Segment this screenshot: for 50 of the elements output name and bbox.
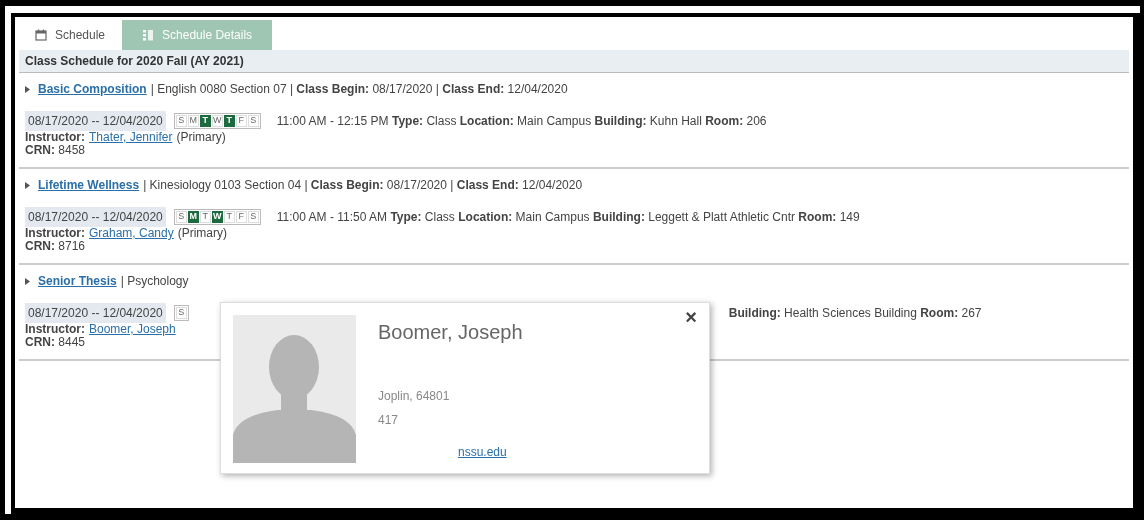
day-indicator: F [235, 115, 247, 127]
person-phone: 417 [378, 412, 400, 429]
expand-arrow-icon[interactable] [25, 181, 30, 189]
list-icon [142, 29, 155, 41]
day-indicator: S [175, 115, 187, 127]
calendar-icon [35, 29, 47, 41]
instructor-link[interactable]: Boomer, Joseph [89, 323, 176, 336]
crn-text: CRN: 8716 [25, 240, 87, 253]
day-indicator: F [235, 211, 247, 223]
day-indicator: T [199, 211, 211, 223]
meeting-details: 11:00 AM - 11:50 AM Type: Class Location: Main Campus Building: Leggett & Platt Athletic Cntr Room: 149 [276, 209, 860, 226]
date-range: 08/17/2020 -- 12/04/2020 [25, 207, 166, 227]
date-range: 08/17/2020 -- 12/04/2020 [25, 111, 166, 131]
day-indicator: T [199, 115, 211, 127]
course-info: | English 0080 Section 07 | Class Begin: 08/17/2020 | Class End: 12/04/2020 [150, 81, 568, 98]
meeting-details: 11:00 AM - 12:15 PM Type: Class Location: Main Campus Building: Kuhn Hall Room: 206 [276, 113, 767, 130]
course-info: | Psychology [120, 273, 189, 290]
crn-text: CRN: 8445 [25, 336, 87, 349]
course-info: | Kinesiology 0103 Section 04 | Class Begin: 08/17/2020 | Class End: 12/04/2020 [143, 177, 583, 194]
day-indicator: W [211, 211, 223, 223]
person-address: Joplin, 64801 [378, 388, 451, 405]
section-header: Class Schedule for 2020 Fall (AY 2021) [19, 50, 1129, 73]
instructor-role: (Primary) [176, 131, 226, 144]
day-indicator: S [175, 307, 187, 319]
day-indicator: S [175, 211, 187, 223]
instructor-label: Instructor: [25, 131, 85, 144]
person-name: Boomer, Joseph [378, 320, 524, 345]
day-indicator: S [247, 211, 259, 223]
day-indicator: T [223, 115, 235, 127]
instructor-label: Instructor: [25, 323, 85, 336]
expand-arrow-icon[interactable] [25, 277, 30, 285]
day-indicator: M [187, 115, 199, 127]
day-indicator: T [223, 211, 235, 223]
day-indicator: W [211, 115, 223, 127]
day-indicator: M [187, 211, 199, 223]
course-link[interactable]: Senior Thesis [38, 272, 117, 290]
day-indicator: S [247, 115, 259, 127]
course-link[interactable]: Basic Composition [38, 80, 147, 98]
date-range: 08/17/2020 -- 12/04/2020 [25, 303, 166, 323]
instructor-link[interactable]: Graham, Candy [89, 227, 174, 240]
instructor-link[interactable]: Thater, Jennifer [89, 131, 173, 144]
close-button[interactable]: × [685, 307, 697, 327]
instructor-role: (Primary) [177, 227, 228, 240]
email-link[interactable]: nssu.edu [458, 443, 507, 461]
meeting-details: Building: Health Sciences Building Room: 267 [728, 305, 982, 322]
course-link[interactable]: Lifetime Wellness [38, 176, 140, 194]
instructor-label: Instructor: [25, 227, 85, 240]
crn-text: CRN: 8458 [25, 144, 87, 157]
avatar-placeholder-icon [233, 315, 356, 463]
expand-arrow-icon[interactable] [25, 85, 30, 93]
